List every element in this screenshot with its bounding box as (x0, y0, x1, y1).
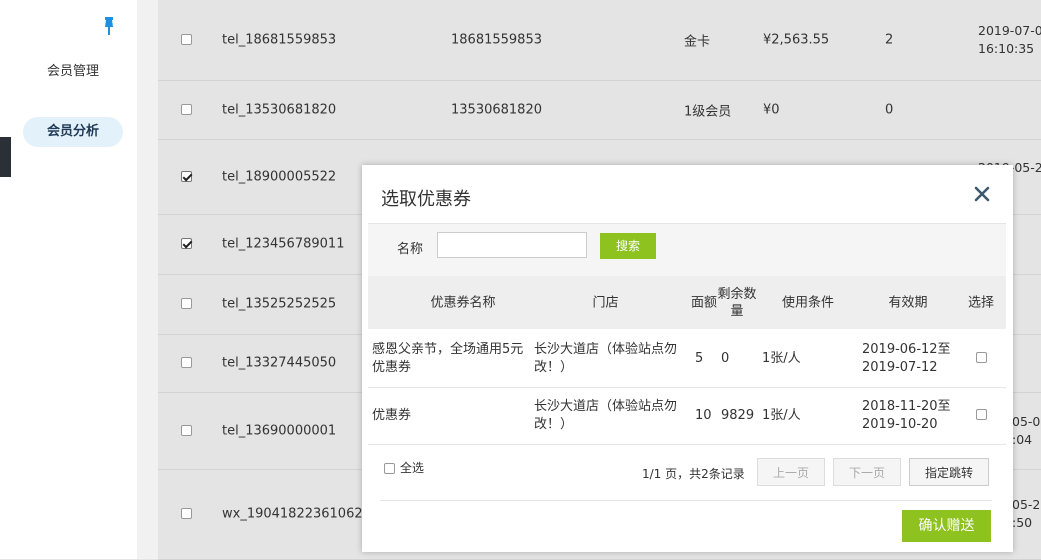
member-name: tel_13525252525 (222, 296, 337, 312)
jump-page-button[interactable]: 指定跳转 (909, 458, 989, 486)
coupon-condition: 1张/人 (762, 350, 801, 366)
member-name: tel_18681559853 (222, 32, 337, 48)
member-time-date: 05-2 (1012, 497, 1041, 512)
content-gutter (137, 0, 158, 559)
member-name: tel_13530681820 (222, 102, 337, 117)
row-checkbox[interactable] (181, 103, 192, 115)
col-coupon-name: 优惠券名称 (430, 295, 496, 310)
app-left-strip (0, 0, 11, 559)
confirm-gift-button[interactable]: 确认赠送 (902, 510, 991, 542)
close-icon[interactable] (974, 186, 990, 202)
coupon-select-checkbox[interactable] (976, 409, 987, 420)
member-level: 1级会员 (684, 104, 732, 119)
member-name: tel_13690000001 (222, 423, 337, 438)
member-name: tel_123456789011 (222, 236, 345, 252)
coupon-validity: 2018-11-20至2019-10-20 (862, 398, 951, 432)
search-bar: 名称 搜索 (368, 224, 1006, 276)
row-checkbox[interactable] (181, 238, 192, 249)
coupon-store: 长沙大道店（体验站点勿改！） (534, 341, 678, 375)
row-checkbox[interactable] (181, 170, 192, 182)
row-checkbox[interactable] (181, 34, 192, 45)
member-time-clock: :04 (1012, 431, 1033, 447)
col-store: 门店 (592, 295, 619, 310)
row-checkbox[interactable] (181, 298, 192, 309)
col-select: 选择 (967, 295, 994, 310)
coupon-value: 5 (695, 350, 704, 366)
coupon-select-checkbox[interactable] (976, 352, 987, 363)
table-row: tel_13530681820 13530681820 1级会员 ¥0 0 (158, 80, 1041, 140)
coupon-row: 优惠券 长沙大道店（体验站点勿改！） 10 9829 1张/人 2018-11-20至20… (368, 387, 1006, 445)
row-checkbox[interactable] (181, 357, 192, 368)
member-time: 2019-07-0 16:10:35 (978, 22, 1041, 58)
member-name: wx_190418223610627 (222, 506, 371, 522)
member-name: tel_18900005522 (222, 169, 337, 184)
coupon-name: 优惠券 (372, 407, 412, 423)
col-condition: 使用条件 (781, 295, 834, 310)
member-time-clock: 16:10:35 (978, 41, 1035, 56)
col-validity: 有效期 (888, 295, 928, 310)
member-time-date: 05-0 (1012, 413, 1041, 429)
coupon-table-header: 优惠券名称 门店 面额 剩余数量 使用条件 有效期 选择 (368, 276, 1006, 329)
divider (380, 500, 992, 501)
search-label: 名称 (397, 242, 424, 257)
member-count: 0 (885, 102, 894, 117)
row-checkbox[interactable] (181, 508, 192, 519)
row-checkbox[interactable] (181, 424, 192, 436)
coupon-dialog: 选取优惠券 名称 搜索 优惠券名称 门店 面额 剩余数量 使用条件 有效期 选择… (362, 165, 1013, 552)
member-name: tel_13327445050 (222, 355, 337, 371)
sidebar: 会员管理 会员分析 (11, 0, 137, 559)
next-page-button[interactable]: 下一页 (833, 458, 901, 486)
coupon-store: 长沙大道店（体验站点勿改！） (534, 398, 678, 432)
sidebar-item-member-analysis[interactable]: 会员分析 (23, 117, 123, 147)
coupon-remaining: 0 (721, 350, 730, 366)
coupon-row: 感恩父亲节，全场通用5元优惠券 长沙大道店（体验站点勿改！） 5 0 1张/人 2019-… (368, 330, 1006, 388)
member-phone: 18681559853 (451, 32, 542, 48)
coupon-name: 感恩父亲节，全场通用5元优惠券 (372, 341, 524, 375)
nav-indicator (0, 137, 11, 177)
member-time-date: 2019-07-0 (978, 23, 1041, 38)
coupon-value: 10 (695, 407, 712, 423)
member-time: 05-2 :50 (1012, 496, 1040, 532)
member-balance: ¥0 (763, 102, 780, 117)
member-phone: 13530681820 (451, 102, 542, 117)
pin-icon[interactable] (102, 16, 116, 36)
sidebar-item-member-management[interactable]: 会员管理 (23, 57, 123, 87)
coupon-condition: 1张/人 (762, 407, 801, 423)
select-all-checkbox[interactable] (384, 463, 395, 474)
member-time-clock: :50 (1012, 515, 1033, 530)
coupon-validity: 2019-06-12至2019-07-12 (862, 341, 951, 375)
select-all-label: 全选 (400, 461, 425, 475)
member-count: 2 (885, 32, 894, 48)
col-remaining: 剩余数量 (717, 286, 757, 319)
dialog-title: 选取优惠券 (381, 189, 471, 210)
coupon-remaining: 9829 (721, 407, 755, 423)
member-time: 05-0 :04 (1012, 413, 1040, 449)
search-button[interactable]: 搜索 (600, 233, 656, 259)
coupon-name-input[interactable] (437, 232, 587, 258)
table-row: tel_18681559853 18681559853 金卡 ¥2,563.55 2 20… (158, 0, 1041, 81)
pager-info: 1/1 页，共2条记录 (642, 467, 745, 481)
member-level: 金卡 (684, 34, 711, 50)
select-all[interactable]: 全选 (384, 459, 424, 476)
member-balance: ¥2,563.55 (763, 32, 830, 48)
prev-page-button[interactable]: 上一页 (757, 458, 825, 486)
